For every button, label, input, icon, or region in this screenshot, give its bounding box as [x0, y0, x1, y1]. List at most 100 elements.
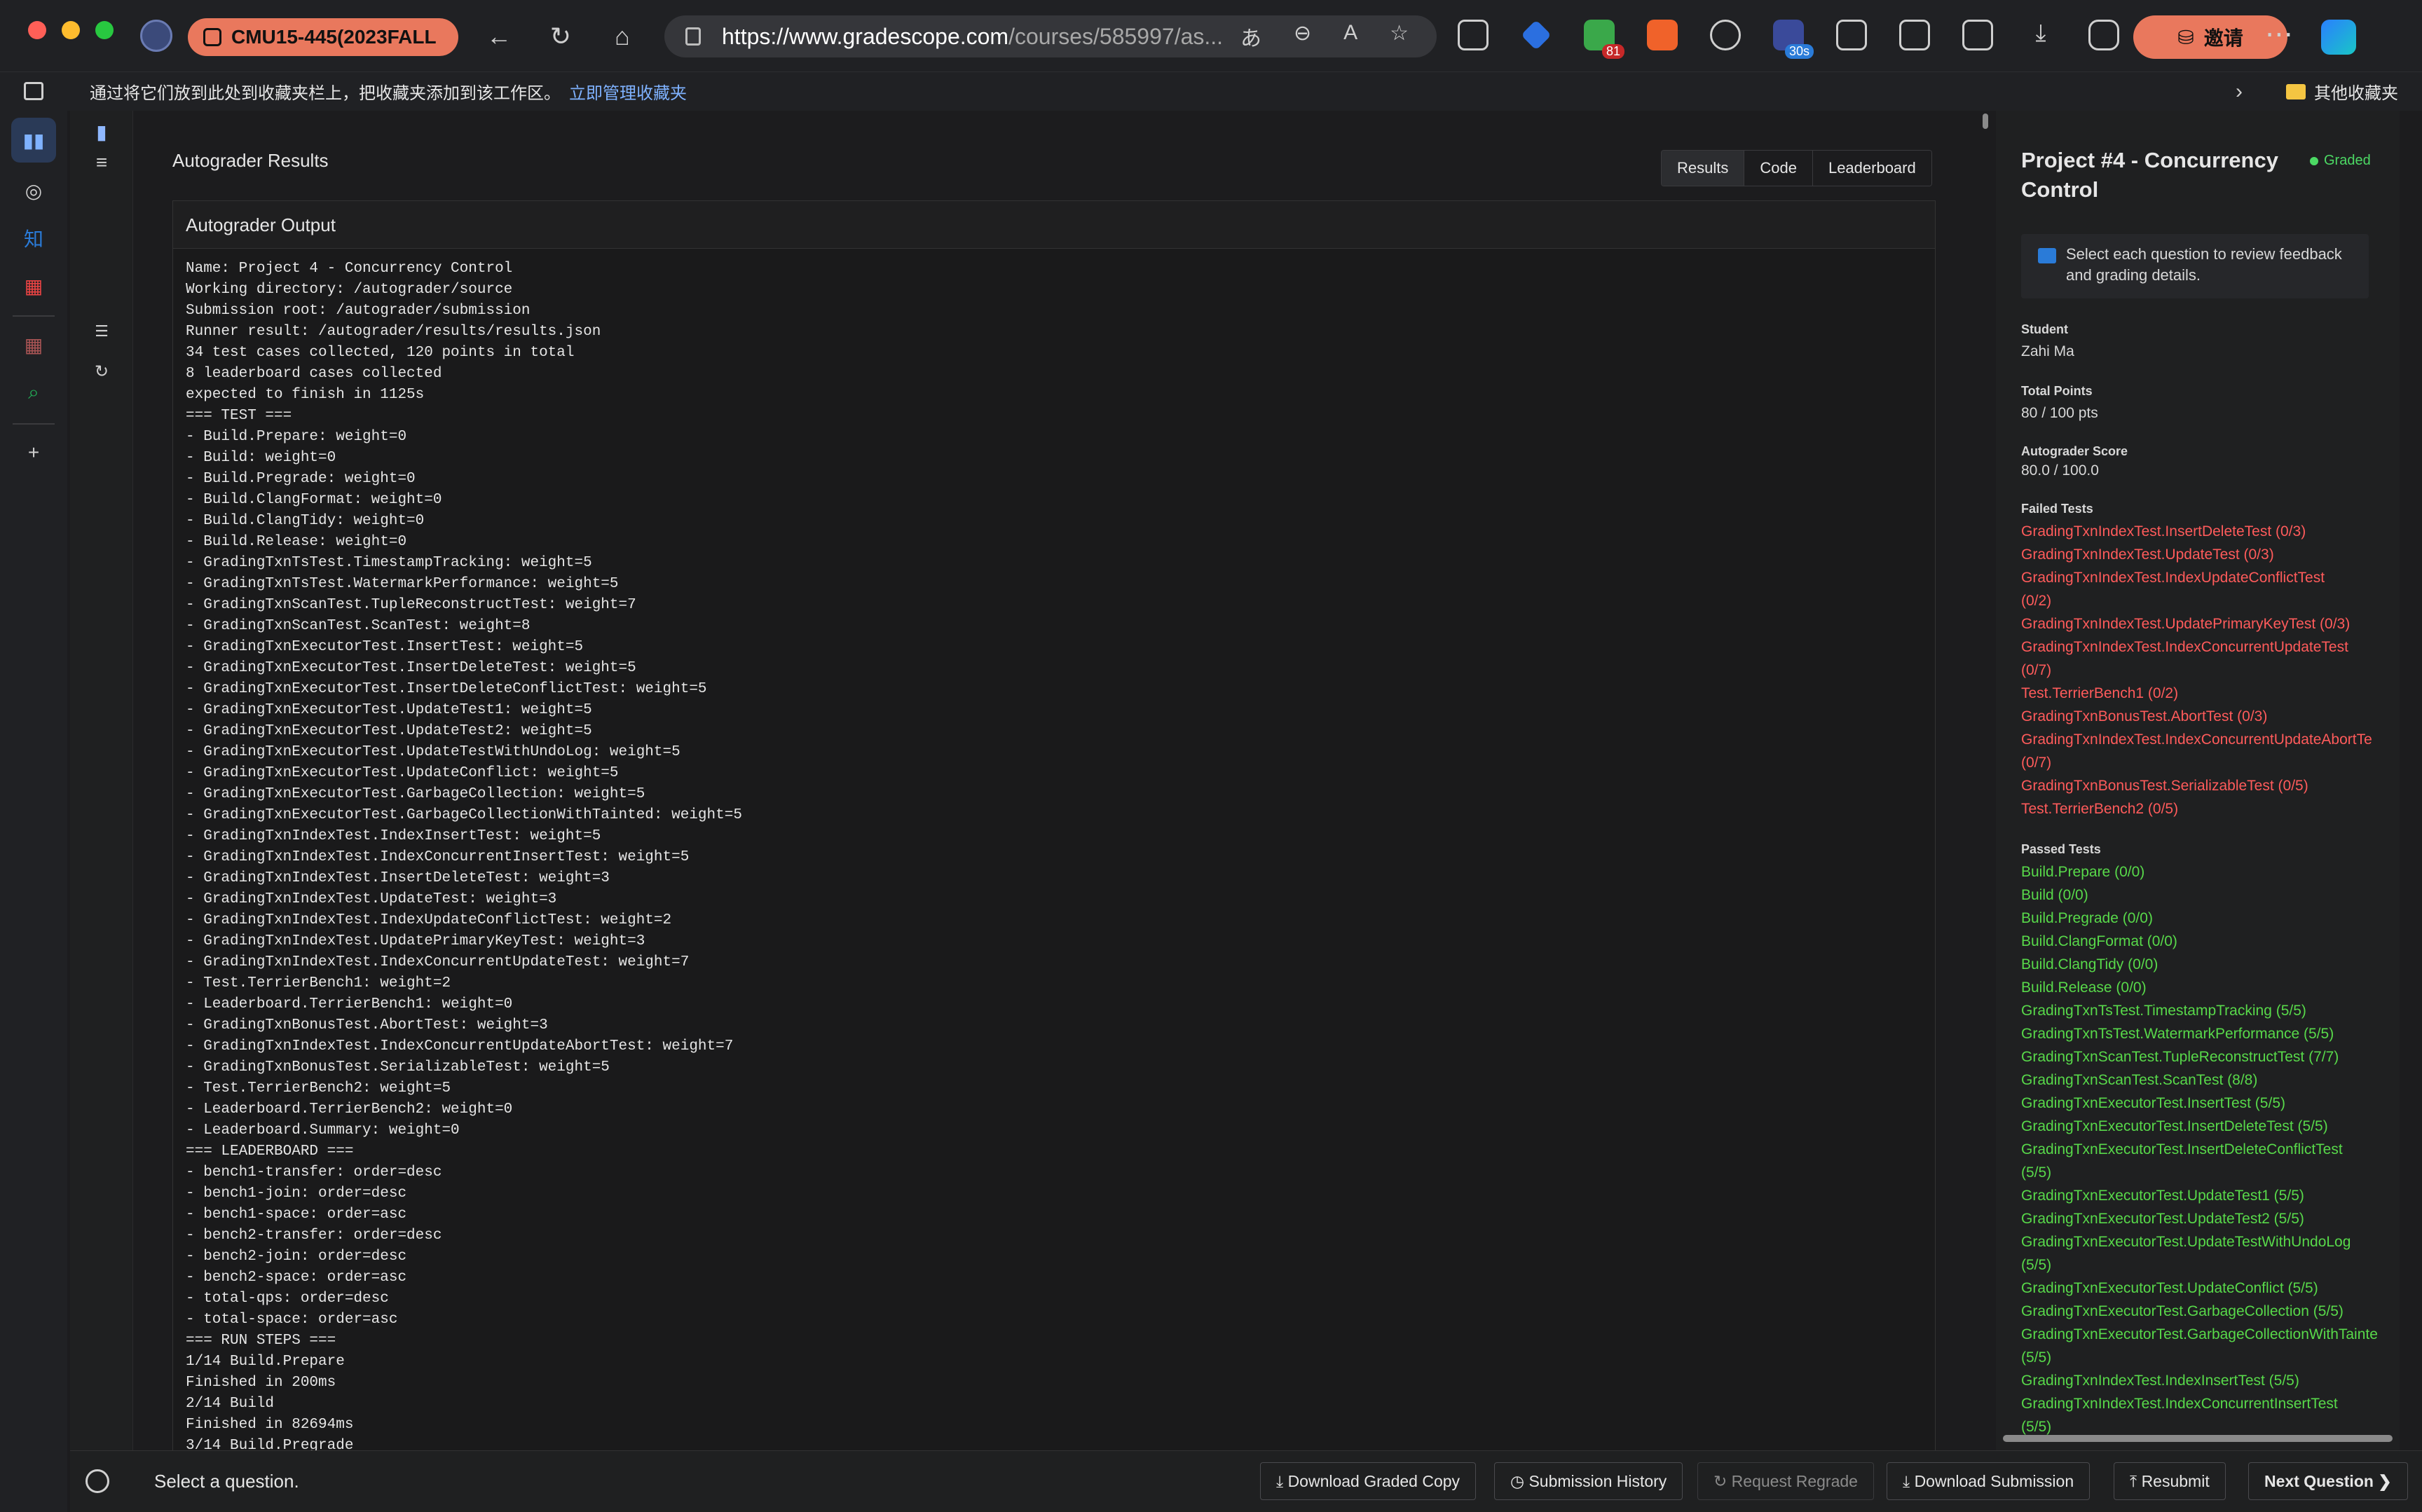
tab-actions-icon[interactable] [24, 82, 43, 100]
split-screen-icon[interactable] [1899, 20, 1930, 50]
browser-profile-avatar[interactable] [140, 20, 172, 52]
passed-test-item[interactable]: GradingTxnExecutorTest.GarbageCollection… [2021, 1323, 2400, 1346]
reading-view-icon[interactable] [1458, 20, 1489, 50]
passed-test-item[interactable]: Build.ClangTidy (0/0) [2021, 953, 2400, 976]
minimize-window-button[interactable] [62, 21, 80, 39]
tab-results[interactable]: Results [1662, 151, 1745, 186]
passed-test-item[interactable]: (5/5) [2021, 1161, 2400, 1184]
tab-leaderboard[interactable]: Leaderboard [1812, 151, 1931, 186]
passed-test-item[interactable]: GradingTxnScanTest.TupleReconstructTest … [2021, 1045, 2400, 1068]
main-scrollbar[interactable] [1980, 111, 1990, 1450]
passed-test-item[interactable]: GradingTxnTsTest.WatermarkPerformance (5… [2021, 1022, 2400, 1045]
passed-test-item[interactable]: Build.Release (0/0) [2021, 976, 2400, 999]
extension-green-icon[interactable]: 81 [1584, 20, 1624, 59]
rerun-icon[interactable]: ↻ [90, 362, 114, 385]
passed-test-item[interactable]: GradingTxnExecutorTest.UpdateTest1 (5/5) [2021, 1184, 2400, 1207]
passed-test-item[interactable]: GradingTxnExecutorTest.UpdateTestWithUnd… [2021, 1230, 2400, 1253]
bar-chart-icon[interactable]: ▮ [90, 121, 114, 144]
failed-test-item[interactable]: Test.TerrierBench2 (0/5) [2021, 797, 2400, 820]
sidebar-app-red-icon[interactable]: ▦ [11, 263, 56, 308]
passed-test-item[interactable]: GradingTxnExecutorTest.InsertDeleteTest … [2021, 1115, 2400, 1138]
home-icon[interactable]: ⌂ [607, 21, 638, 52]
scrollbar-thumb[interactable] [1983, 114, 1988, 129]
passed-test-item[interactable]: GradingTxnExecutorTest.UpdateConflict (5… [2021, 1277, 2400, 1300]
downloads-icon[interactable]: ⤓ [2025, 20, 2056, 50]
failed-test-item[interactable]: GradingTxnIndexTest.InsertDeleteTest (0/… [2021, 520, 2400, 543]
submission-history-button[interactable]: ◷ Submission History [1494, 1462, 1683, 1500]
passed-test-item[interactable]: GradingTxnIndexTest.IndexInsertTest (5/5… [2021, 1369, 2400, 1392]
browser-toolbar: CMU15-445(2023FALL ← ↻ ⌂ https://www.gra… [0, 0, 2422, 71]
download-submission-button[interactable]: ⤓ Download Submission [1887, 1462, 2091, 1500]
passed-test-item[interactable]: GradingTxnExecutorTest.InsertTest (5/5) [2021, 1092, 2400, 1115]
failed-test-item[interactable]: GradingTxnIndexTest.IndexConcurrentUpdat… [2021, 635, 2400, 659]
resubmit-button[interactable]: ⤒ Resubmit [2114, 1462, 2226, 1500]
passed-test-item[interactable]: (5/5) [2021, 1346, 2400, 1369]
scrollbar-thumb[interactable] [2003, 1435, 2393, 1442]
menu-expand-icon[interactable]: ≡ [90, 151, 114, 175]
other-favorites-folder[interactable]: 其他收藏夹 [2286, 79, 2398, 104]
collections-icon[interactable] [1962, 20, 1993, 50]
close-window-button[interactable] [28, 21, 46, 39]
sidebar-app-grid-icon[interactable]: ▦ [11, 322, 56, 367]
next-question-button[interactable]: Next Question ❯ [2248, 1462, 2408, 1500]
failed-test-item[interactable]: (0/2) [2021, 589, 2400, 612]
failed-test-item[interactable]: Test.TerrierBench1 (0/2) [2021, 682, 2400, 705]
copilot-icon[interactable] [2321, 20, 2356, 55]
chevron-right-icon[interactable]: › [2236, 80, 2243, 104]
failed-test-item[interactable]: GradingTxnIndexTest.UpdatePrimaryKeyTest… [2021, 612, 2400, 635]
resubmit-label: Resubmit [2141, 1472, 2210, 1490]
back-icon[interactable]: ← [484, 21, 514, 52]
address-bar[interactable]: https://www.gradescope.com /courses/5859… [664, 15, 1437, 57]
list-icon[interactable]: ☰ [90, 322, 114, 346]
passed-test-item[interactable]: Build.Prepare (0/0) [2021, 860, 2400, 884]
output-line: - GradingTxnExecutorTest.UpdateTest2: we… [186, 723, 592, 739]
refresh-icon[interactable]: ↻ [545, 21, 576, 52]
favorites-bar: 通过将它们放到此处到收藏夹栏上，把收藏夹添加到该工作区。 立即管理收藏夹 › 其… [0, 71, 2422, 111]
maximize-window-button[interactable] [95, 21, 114, 39]
passed-test-item[interactable]: GradingTxnTsTest.TimestampTracking (5/5) [2021, 999, 2400, 1022]
manage-favorites-link[interactable]: 立即管理收藏夹 [569, 79, 687, 104]
chat-icon[interactable] [2088, 20, 2119, 50]
user-icon[interactable] [85, 1469, 109, 1493]
failed-test-item[interactable]: GradingTxnBonusTest.AbortTest (0/3) [2021, 705, 2400, 728]
download-graded-copy-button[interactable]: ⤓ Download Graded Copy [1260, 1462, 1477, 1500]
side-panel-scrollbar[interactable] [2003, 1434, 2393, 1443]
extension-orange-icon[interactable] [1647, 20, 1678, 50]
failed-test-item[interactable]: GradingTxnIndexTest.IndexUpdateConflictT… [2021, 566, 2400, 589]
request-regrade-button[interactable]: ↻ Request Regrade [1697, 1462, 1874, 1500]
failed-test-item[interactable]: GradingTxnIndexTest.UpdateTest (0/3) [2021, 543, 2400, 566]
passed-test-item[interactable]: GradingTxnIndexTest.IndexConcurrentInser… [2021, 1392, 2400, 1415]
failed-test-item[interactable]: (0/7) [2021, 751, 2400, 774]
favorite-star-icon[interactable]: ☆ [1390, 21, 1409, 52]
read-aloud-icon[interactable]: A [1343, 21, 1357, 52]
zoom-out-icon[interactable]: ⊖ [1294, 21, 1311, 52]
passed-test-item[interactable]: GradingTxnScanTest.ScanTest (8/8) [2021, 1068, 2400, 1092]
extensions-puzzle-icon[interactable] [1836, 20, 1867, 50]
more-menu-icon[interactable]: ⋯ [2265, 18, 2293, 50]
output-line: - GradingTxnExecutorTest.GarbageCollecti… [186, 807, 742, 823]
invite-button[interactable]: ⛁ 邀请 [2133, 15, 2287, 59]
passed-test-item[interactable]: GradingTxnExecutorTest.GarbageCollection… [2021, 1300, 2400, 1323]
regrade-icon: ↻ [1713, 1472, 1727, 1490]
failed-test-item[interactable]: GradingTxnIndexTest.IndexConcurrentUpdat… [2021, 728, 2400, 751]
passed-test-item[interactable]: Build.ClangFormat (0/0) [2021, 930, 2400, 953]
extension-glasses-icon[interactable] [1710, 20, 1741, 50]
passed-test-item[interactable]: (5/5) [2021, 1253, 2400, 1277]
extension-shield-icon[interactable] [1521, 20, 1552, 50]
active-tab[interactable]: CMU15-445(2023FALL [188, 18, 458, 56]
output-line: - GradingTxnBonusTest.SerializableTest: … [186, 1059, 610, 1075]
sidebar-search-icon[interactable]: ⌕ [11, 370, 56, 415]
zhihu-icon[interactable]: 知 [11, 216, 56, 261]
failed-test-item[interactable]: GradingTxnBonusTest.SerializableTest (0/… [2021, 774, 2400, 797]
add-icon[interactable]: + [11, 430, 56, 475]
extension-timer-icon[interactable]: 30s [1773, 20, 1814, 59]
passed-test-item[interactable]: Build.Pregrade (0/0) [2021, 907, 2400, 930]
passed-test-item[interactable]: Build (0/0) [2021, 884, 2400, 907]
gradescope-sidebar-icon[interactable]: ▮▮ [11, 118, 56, 163]
passed-test-item[interactable]: GradingTxnExecutorTest.UpdateTest2 (5/5) [2021, 1207, 2400, 1230]
translate-icon[interactable]: あ [1240, 21, 1261, 52]
failed-test-item[interactable]: (0/7) [2021, 659, 2400, 682]
passed-test-item[interactable]: GradingTxnExecutorTest.InsertDeleteConfl… [2021, 1138, 2400, 1161]
tab-code[interactable]: Code [1744, 151, 1813, 186]
sidebar-app-icon[interactable]: ◎ [11, 168, 56, 213]
